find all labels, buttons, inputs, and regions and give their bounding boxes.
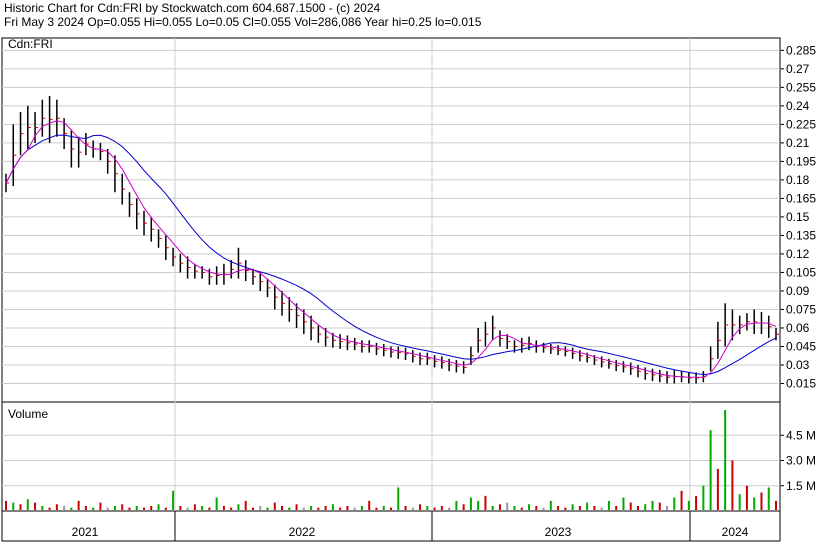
price-tick-label: 0.225 (786, 117, 816, 131)
price-tick-label: 0.285 (786, 43, 816, 57)
year-tick-label: 2023 (545, 525, 572, 539)
year-tick-label: 2022 (289, 525, 316, 539)
price-tick-label: 0.015 (786, 376, 816, 390)
price-tick-label: 0.24 (786, 99, 810, 113)
price-tick-label: 0.03 (786, 358, 810, 372)
volume-panel (1, 401, 781, 512)
price-tick-label: 0.105 (786, 265, 816, 279)
price-tick-label: 0.27 (786, 62, 810, 76)
price-tick-label: 0.21 (786, 136, 810, 150)
time-axis (1, 510, 781, 542)
price-tick-label: 0.15 (786, 210, 810, 224)
price-tick-label: 0.255 (786, 80, 816, 94)
year-tick-label: 2024 (722, 525, 749, 539)
price-tick-label: 0.12 (786, 247, 810, 261)
price-tick-label: 0.075 (786, 302, 816, 316)
price-panel-label: Cdn:FRI (8, 37, 53, 51)
price-tick-label: 0.06 (786, 321, 810, 335)
price-tick-label: 0.045 (786, 339, 816, 353)
price-tick-label: 0.09 (786, 284, 810, 298)
price-tick-label: 0.135 (786, 228, 816, 242)
volume-panel-label: Volume (8, 407, 48, 421)
year-tick-label: 2021 (72, 525, 99, 539)
price-axis-ticks: 0.285 0.27 0.255 0.24 0.225 0.21 0.195 0.18 0.16… (780, 43, 816, 390)
price-tick-label: 0.18 (786, 173, 810, 187)
stock-chart: 0.285 0.27 0.255 0.24 0.225 0.21 0.195 0.18 0.16… (1, 37, 816, 542)
price-tick-label: 0.195 (786, 154, 816, 168)
volume-tick-label: 1.5 M (786, 479, 816, 493)
price-tick-label: 0.165 (786, 191, 816, 205)
volume-axis-ticks: 4.5 M 3.0 M 1.5 M (780, 428, 816, 493)
volume-tick-label: 4.5 M (786, 428, 816, 442)
volume-tick-label: 3.0 M (786, 454, 816, 468)
